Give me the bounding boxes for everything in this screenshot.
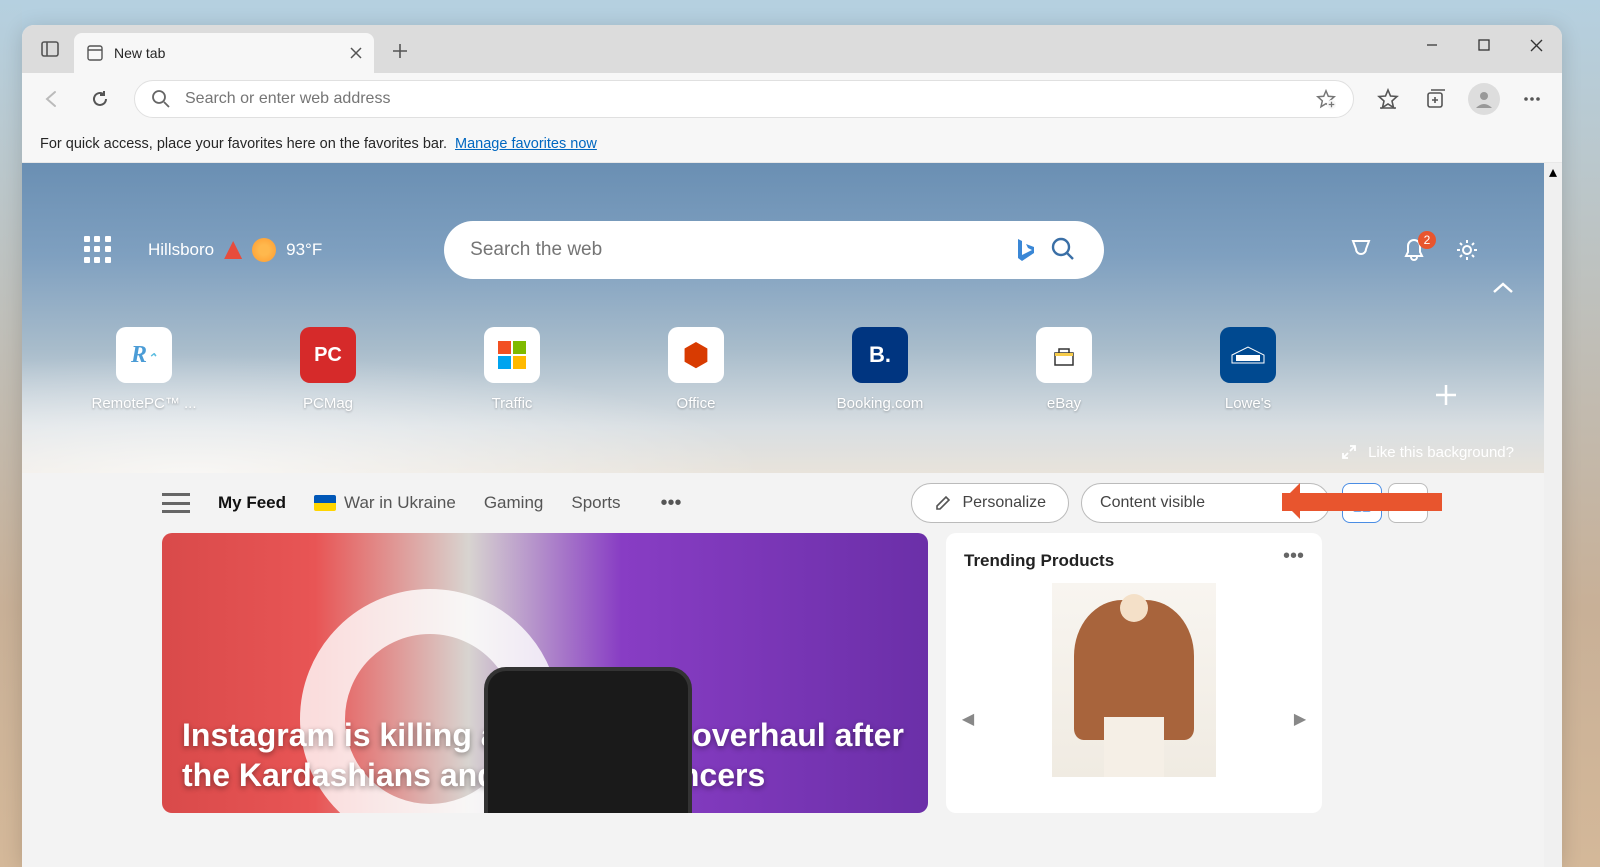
- scroll-up-icon[interactable]: ▴: [1544, 163, 1562, 181]
- shortcut-ebay[interactable]: eBay: [1014, 327, 1114, 412]
- expand-icon: [1340, 443, 1358, 461]
- shortcut-lowes[interactable]: Lowe's: [1198, 327, 1298, 412]
- next-product-icon[interactable]: ▶: [1288, 707, 1312, 731]
- address-bar[interactable]: [134, 80, 1354, 118]
- feed-area: My Feed War in Ukraine Gaming Sports •••…: [22, 473, 1562, 867]
- search-submit-icon[interactable]: [1050, 236, 1078, 264]
- new-tab-button[interactable]: [382, 33, 418, 69]
- page-icon: [86, 44, 104, 62]
- shortcut-label: Lowe's: [1225, 395, 1271, 412]
- hero-area: Hillsboro 93°F: [22, 163, 1562, 473]
- browser-window: New tab: [22, 25, 1562, 867]
- collections-icon[interactable]: [1416, 79, 1456, 119]
- ukraine-flag-icon: [314, 495, 336, 511]
- minimize-button[interactable]: [1406, 25, 1458, 65]
- notification-badge: 2: [1418, 231, 1436, 249]
- shortcut-pcmag[interactable]: PC PCMag: [278, 327, 378, 412]
- favorites-icon[interactable]: [1368, 79, 1408, 119]
- feed-main-card[interactable]: ✕ Instagram is killing a big product ove…: [162, 533, 928, 813]
- close-overlay-icon[interactable]: ✕: [583, 679, 611, 707]
- feed-menu-icon[interactable]: [162, 493, 190, 513]
- hero-top-row: Hillsboro 93°F: [22, 221, 1542, 279]
- manage-favorites-link[interactable]: Manage favorites now: [455, 136, 597, 152]
- feed-header: My Feed War in Ukraine Gaming Sports •••…: [22, 473, 1562, 533]
- notifications-icon[interactable]: 2: [1402, 237, 1426, 263]
- shortcut-tile: B.: [852, 327, 908, 383]
- browser-tab[interactable]: New tab: [74, 33, 374, 73]
- window-controls: [1406, 25, 1562, 65]
- more-menu-icon[interactable]: [1512, 79, 1552, 119]
- settings-gear-icon[interactable]: [1454, 237, 1480, 263]
- shortcut-office[interactable]: ⬢ Office: [646, 327, 746, 412]
- shortcuts-row: R⌃ RemotePC™ ... PC PCMag Traffic: [22, 327, 1542, 419]
- shortcut-tile: [1220, 327, 1276, 383]
- favorites-hint: For quick access, place your favorites h…: [40, 136, 447, 152]
- weather-alert-icon: [224, 241, 242, 259]
- feed-tab-myfeed[interactable]: My Feed: [218, 493, 286, 513]
- feed-grid: ✕ Instagram is killing a big product ove…: [22, 533, 1562, 813]
- refresh-button[interactable]: [80, 79, 120, 119]
- shortcut-tile: ⬢: [668, 327, 724, 383]
- add-favorite-icon[interactable]: [1315, 88, 1337, 110]
- favorites-bar: For quick access, place your favorites h…: [22, 125, 1562, 163]
- card-more-icon[interactable]: •••: [1283, 545, 1304, 568]
- shortcut-booking[interactable]: B. Booking.com: [830, 327, 930, 412]
- shortcut-label: PCMag: [303, 395, 353, 412]
- title-bar: New tab: [22, 25, 1562, 73]
- feed-tab-gaming[interactable]: Gaming: [484, 493, 544, 513]
- shortcut-label: Office: [677, 395, 716, 412]
- personalize-button[interactable]: Personalize: [911, 483, 1069, 523]
- scrollbar[interactable]: ▴: [1544, 163, 1562, 867]
- shortcut-tile: [484, 327, 540, 383]
- shortcut-tile: R⌃: [116, 327, 172, 383]
- shortcut-label: eBay: [1047, 395, 1081, 412]
- bing-icon: [1014, 237, 1036, 263]
- back-button[interactable]: [32, 79, 72, 119]
- close-tab-icon[interactable]: [350, 47, 362, 59]
- profile-button[interactable]: [1464, 79, 1504, 119]
- toolbar: [22, 73, 1562, 125]
- desktop-bg-left: [0, 0, 22, 867]
- content-area: Hillsboro 93°F: [22, 163, 1562, 867]
- shortcut-label: Traffic: [492, 395, 533, 412]
- feed-tab-ukraine[interactable]: War in Ukraine: [314, 493, 456, 513]
- collapse-hero-icon[interactable]: [1492, 281, 1514, 295]
- prev-product-icon[interactable]: ◀: [956, 707, 980, 731]
- weather-widget[interactable]: Hillsboro 93°F: [148, 238, 322, 262]
- address-input[interactable]: [185, 90, 1301, 108]
- shortcut-remotepc[interactable]: R⌃ RemotePC™ ...: [94, 327, 194, 412]
- web-search-input[interactable]: [470, 239, 1000, 261]
- search-icon: [151, 89, 171, 109]
- shortcut-label: Booking.com: [837, 395, 924, 412]
- temperature-label: 93°F: [286, 240, 322, 260]
- close-window-button[interactable]: [1510, 25, 1562, 65]
- add-shortcut-button[interactable]: [1422, 371, 1470, 419]
- product-image: [1052, 583, 1216, 777]
- annotation-arrow: [1282, 493, 1442, 511]
- web-search-bar[interactable]: [444, 221, 1104, 279]
- feed-more-icon[interactable]: •••: [661, 492, 682, 515]
- sun-icon: [252, 238, 276, 262]
- like-background-link[interactable]: Like this background?: [1340, 443, 1514, 461]
- feed-headline: Instagram is killing a big product overh…: [182, 715, 908, 795]
- tab-title: New tab: [114, 45, 340, 61]
- location-label: Hillsboro: [148, 240, 214, 260]
- shortcut-label: RemotePC™ ...: [91, 395, 196, 412]
- hero-right-icons: 2: [1348, 237, 1480, 263]
- feed-tab-sports[interactable]: Sports: [571, 493, 620, 513]
- tab-actions-icon[interactable]: [30, 29, 70, 69]
- trending-title: Trending Products: [964, 551, 1304, 571]
- app-launcher-icon[interactable]: [84, 236, 112, 264]
- trending-products-card[interactable]: Trending Products ••• ◀ ▶: [946, 533, 1322, 813]
- pencil-icon: [934, 494, 952, 512]
- rewards-icon[interactable]: [1348, 237, 1374, 263]
- like-bg-label: Like this background?: [1368, 444, 1514, 461]
- shortcut-traffic[interactable]: Traffic: [462, 327, 562, 412]
- shortcut-tile: PC: [300, 327, 356, 383]
- shortcut-tile: [1036, 327, 1092, 383]
- maximize-button[interactable]: [1458, 25, 1510, 65]
